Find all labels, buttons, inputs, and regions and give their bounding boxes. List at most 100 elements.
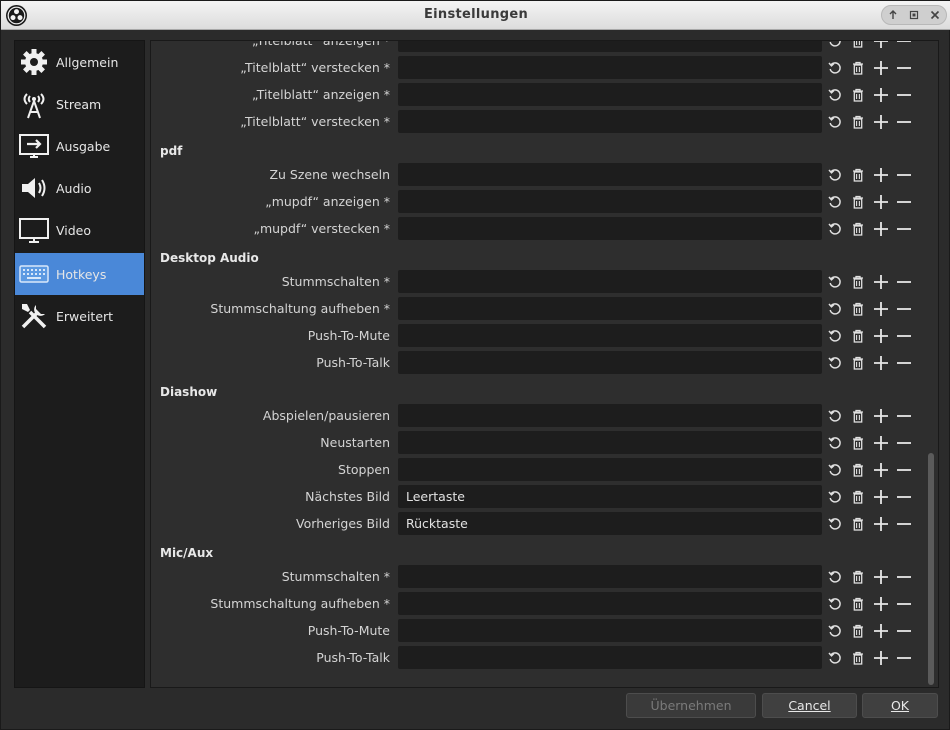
reset-icon[interactable] [823, 41, 846, 52]
add-icon[interactable] [869, 217, 892, 240]
sidebar-item-audio[interactable]: Audio [15, 167, 144, 209]
sidebar-item-allgemein[interactable]: Allgemein [15, 41, 144, 83]
hotkey-input[interactable] [398, 163, 822, 186]
add-icon[interactable] [869, 83, 892, 106]
add-icon[interactable] [869, 512, 892, 535]
trash-icon[interactable] [846, 592, 869, 615]
trash-icon[interactable] [846, 512, 869, 535]
hotkey-input[interactable] [398, 565, 822, 588]
add-icon[interactable] [869, 565, 892, 588]
trash-icon[interactable] [846, 619, 869, 642]
reset-icon[interactable] [823, 217, 846, 240]
add-icon[interactable] [869, 485, 892, 508]
remove-icon[interactable] [892, 512, 915, 535]
sidebar-item-erweitert[interactable]: Erweitert [15, 295, 144, 337]
sidebar-item-stream[interactable]: Stream [15, 83, 144, 125]
trash-icon[interactable] [846, 270, 869, 293]
trash-icon[interactable] [846, 41, 869, 52]
sidebar-item-video[interactable]: Video [15, 209, 144, 251]
hotkey-input[interactable] [398, 297, 822, 320]
cancel-button[interactable]: Cancel [762, 693, 857, 718]
reset-icon[interactable] [823, 565, 846, 588]
add-icon[interactable] [869, 619, 892, 642]
remove-icon[interactable] [892, 41, 915, 52]
reset-icon[interactable] [823, 297, 846, 320]
reset-icon[interactable] [823, 190, 846, 213]
add-icon[interactable] [869, 297, 892, 320]
remove-icon[interactable] [892, 646, 915, 669]
add-icon[interactable] [869, 646, 892, 669]
reset-icon[interactable] [823, 592, 846, 615]
reset-icon[interactable] [823, 270, 846, 293]
reset-icon[interactable] [823, 431, 846, 454]
reset-icon[interactable] [823, 324, 846, 347]
reset-icon[interactable] [823, 646, 846, 669]
reset-icon[interactable] [823, 512, 846, 535]
trash-icon[interactable] [846, 56, 869, 79]
remove-icon[interactable] [892, 592, 915, 615]
hotkey-input[interactable] [398, 324, 822, 347]
trash-icon[interactable] [846, 351, 869, 374]
trash-icon[interactable] [846, 297, 869, 320]
add-icon[interactable] [869, 41, 892, 52]
add-icon[interactable] [869, 351, 892, 374]
sidebar-item-ausgabe[interactable]: Ausgabe [15, 125, 144, 167]
remove-icon[interactable] [892, 83, 915, 106]
hotkey-input[interactable] [398, 83, 822, 106]
remove-icon[interactable] [892, 110, 915, 133]
hotkey-input[interactable] [398, 646, 822, 669]
hotkey-input[interactable] [398, 431, 822, 454]
hotkey-input[interactable] [398, 270, 822, 293]
reset-icon[interactable] [823, 485, 846, 508]
remove-icon[interactable] [892, 619, 915, 642]
reset-icon[interactable] [823, 404, 846, 427]
hotkey-input[interactable] [398, 190, 822, 213]
remove-icon[interactable] [892, 404, 915, 427]
remove-icon[interactable] [892, 297, 915, 320]
hotkey-input[interactable]: Rücktaste [398, 512, 822, 535]
add-icon[interactable] [869, 404, 892, 427]
trash-icon[interactable] [846, 431, 869, 454]
reset-icon[interactable] [823, 83, 846, 106]
hotkey-input[interactable] [398, 458, 822, 481]
trash-icon[interactable] [846, 324, 869, 347]
sidebar-item-hotkeys[interactable]: Hotkeys [15, 253, 144, 295]
hotkey-input[interactable] [398, 592, 822, 615]
add-icon[interactable] [869, 270, 892, 293]
hotkey-input[interactable] [398, 351, 822, 374]
maximize-up-icon[interactable] [884, 7, 902, 23]
hotkey-input[interactable] [398, 41, 822, 52]
reset-icon[interactable] [823, 458, 846, 481]
reset-icon[interactable] [823, 351, 846, 374]
add-icon[interactable] [869, 110, 892, 133]
hotkey-input[interactable] [398, 217, 822, 240]
remove-icon[interactable] [892, 270, 915, 293]
add-icon[interactable] [869, 324, 892, 347]
hotkey-input[interactable] [398, 404, 822, 427]
reset-icon[interactable] [823, 56, 846, 79]
add-icon[interactable] [869, 56, 892, 79]
scrollbar-thumb[interactable] [928, 453, 934, 685]
remove-icon[interactable] [892, 217, 915, 240]
trash-icon[interactable] [846, 110, 869, 133]
close-icon[interactable] [926, 7, 944, 23]
trash-icon[interactable] [846, 83, 869, 106]
remove-icon[interactable] [892, 431, 915, 454]
trash-icon[interactable] [846, 458, 869, 481]
hotkey-input[interactable] [398, 56, 822, 79]
restore-icon[interactable] [905, 7, 923, 23]
reset-icon[interactable] [823, 619, 846, 642]
add-icon[interactable] [869, 190, 892, 213]
trash-icon[interactable] [846, 565, 869, 588]
reset-icon[interactable] [823, 110, 846, 133]
remove-icon[interactable] [892, 324, 915, 347]
hotkey-input[interactable]: Leertaste [398, 485, 822, 508]
reset-icon[interactable] [823, 163, 846, 186]
remove-icon[interactable] [892, 56, 915, 79]
trash-icon[interactable] [846, 217, 869, 240]
hotkey-input[interactable] [398, 110, 822, 133]
remove-icon[interactable] [892, 485, 915, 508]
trash-icon[interactable] [846, 646, 869, 669]
add-icon[interactable] [869, 163, 892, 186]
add-icon[interactable] [869, 592, 892, 615]
